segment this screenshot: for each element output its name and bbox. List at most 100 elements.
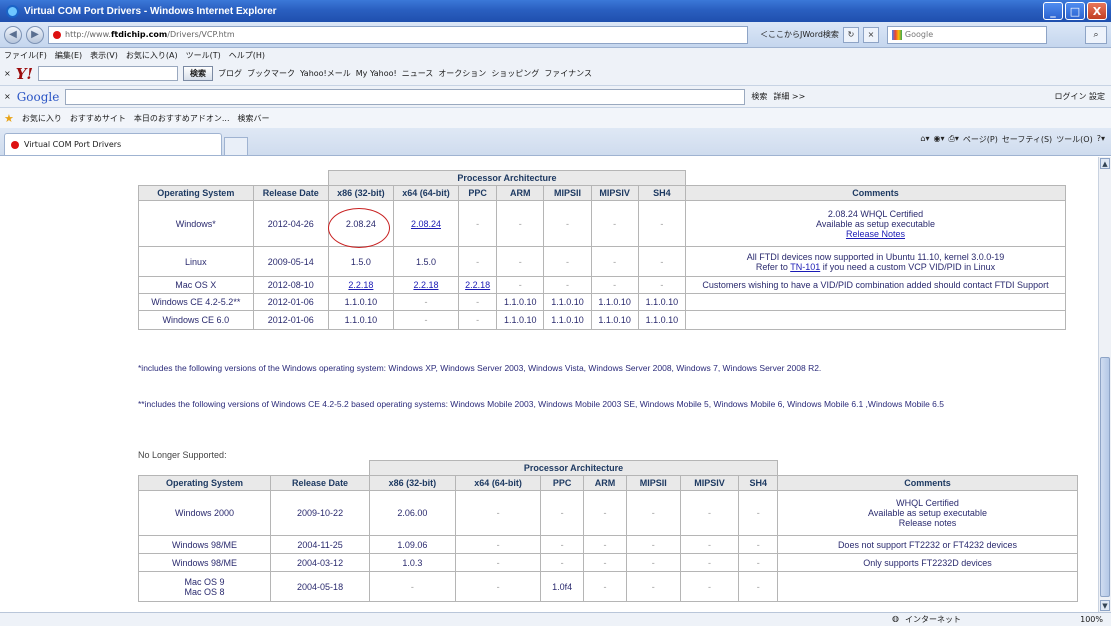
driver-download-link[interactable]: 2.2.18 — [413, 280, 438, 290]
menu-help[interactable]: ヘルプ(H) — [229, 50, 265, 61]
yahoo-search-button[interactable]: 検索 — [183, 66, 213, 81]
tab-vcp-drivers[interactable]: Virtual COM Port Drivers — [4, 133, 222, 155]
search-input[interactable]: Google — [886, 25, 1047, 44]
menu-file[interactable]: ファイル(F) — [4, 50, 47, 61]
driver-download-link[interactable]: 2.2.18 — [465, 280, 490, 290]
minimize-button[interactable]: _ — [1043, 2, 1063, 20]
column-header: SH4 — [738, 475, 778, 491]
os-cell: Windows 98/ME — [137, 553, 272, 572]
empty-cell: - — [543, 276, 592, 294]
yahoo-item-auction[interactable]: オークション — [438, 68, 486, 79]
new-tab-button[interactable] — [224, 137, 248, 155]
help-icon[interactable]: ?▾ — [1097, 134, 1105, 145]
menu-bar: ファイル(F) 編集(E) 表示(V) お気に入り(A) ツール(T) ヘルプ(… — [0, 48, 1111, 62]
close-button[interactable]: X — [1087, 2, 1107, 20]
driver-download-link[interactable]: 2.2.18 — [348, 280, 373, 290]
yahoo-item-myyahoo[interactable]: My Yahoo! — [356, 69, 397, 78]
empty-cell: - — [637, 246, 687, 277]
fav-item-recommended-sites[interactable]: おすすめサイト — [70, 113, 126, 124]
column-header: x86 (32-bit) — [369, 475, 456, 491]
cmd-tools[interactable]: ツール(O) — [1056, 134, 1093, 145]
yahoo-item-mail[interactable]: Yahoo!メール — [300, 68, 351, 79]
yahoo-item-news[interactable]: ニュース — [402, 68, 434, 79]
menu-view[interactable]: 表示(V) — [90, 50, 118, 61]
yahoo-item-blog[interactable]: ブログ — [218, 68, 242, 79]
favorites-star-icon[interactable]: ★ — [4, 112, 14, 125]
search-icon[interactable]: ⌕ — [1085, 25, 1107, 44]
close-toolbar-icon[interactable]: × — [4, 92, 11, 101]
url-input[interactable]: http://www. ftdichip.com/Drivers/VCP.htm — [48, 25, 748, 44]
feeds-icon[interactable]: ◉▾ — [933, 134, 944, 145]
empty-cell: - — [540, 535, 584, 554]
version-cell: 1.1.0.10 — [637, 293, 687, 311]
home-icon[interactable]: ⌂▾ — [920, 134, 929, 145]
login-label: ログイン — [1054, 92, 1087, 101]
google-logo[interactable]: Google — [17, 90, 60, 104]
empty-cell: - — [738, 535, 778, 554]
cmd-safety[interactable]: セーフティ(S) — [1002, 134, 1052, 145]
yahoo-item-bookmark[interactable]: ブックマーク — [247, 68, 295, 79]
vertical-scrollbar[interactable]: ▲ ▼ — [1098, 157, 1111, 612]
stop-icon[interactable]: × — [862, 26, 879, 43]
fav-item-search-bar[interactable]: 検索バー — [238, 113, 270, 124]
tab-label: Virtual COM Port Drivers — [24, 140, 122, 149]
table-header-row: Operating System Release Date x86 (32-bit)… — [137, 475, 1078, 491]
maximize-button[interactable]: □ — [1065, 2, 1085, 20]
google-login-button[interactable]: ログイン 設定 — [1054, 91, 1105, 102]
date-cell: 2009-10-22 — [270, 490, 371, 536]
legacy-drivers-table: Processor Architecture Operating System R… — [137, 460, 1078, 602]
release-notes-link[interactable]: Release notes — [899, 518, 957, 528]
google-detail-link[interactable]: 詳細 >> — [773, 91, 805, 102]
version-cell: 1.1.0.10 — [496, 310, 545, 330]
column-header: MIPSII — [543, 185, 592, 201]
scroll-thumb[interactable] — [1100, 357, 1110, 597]
print-icon[interactable]: ⎙▾ — [948, 134, 958, 145]
menu-edit[interactable]: 編集(E) — [55, 50, 82, 61]
column-header: PPC — [457, 185, 498, 201]
google-search-button[interactable]: 検索 — [751, 91, 767, 102]
os-cell: Windows 98/ME — [137, 535, 272, 554]
driver-download-link[interactable]: 2.08.24 — [411, 219, 441, 229]
yahoo-item-shopping[interactable]: ショッピング — [491, 68, 539, 79]
empty-cell: - — [454, 490, 542, 536]
command-bar: ⌂▾ ◉▾ ⎙▾ ページ(P) セーフティ(S) ツール(O) ?▾ — [920, 134, 1105, 145]
table-row: Windows 98/ME 2004-11-25 1.09.06- - - - - - Does… — [137, 535, 1078, 554]
release-notes-link[interactable]: Release Notes — [846, 229, 905, 239]
yahoo-search-input[interactable] — [38, 66, 178, 81]
scroll-down-icon[interactable]: ▼ — [1100, 600, 1110, 611]
os-cell: Windows CE 6.0 — [138, 310, 254, 330]
empty-cell: - — [582, 490, 628, 536]
date-cell: 2004-05-18 — [270, 571, 371, 602]
empty-cell: - — [369, 571, 456, 602]
empty-cell: - — [679, 571, 740, 602]
empty-cell: - — [540, 553, 584, 572]
yahoo-item-finance[interactable]: ファイナンス — [544, 68, 592, 79]
yahoo-logo-icon[interactable]: Y! — [16, 65, 33, 83]
forward-arrow-icon[interactable]: ▶ — [26, 25, 44, 44]
tn101-link[interactable]: TN-101 — [790, 262, 820, 272]
address-bar: ◀ ▶ http://www. ftdichip.com/Drivers/VCP.… — [0, 22, 1111, 48]
zoom-level[interactable]: 100% — [1080, 615, 1103, 624]
comments-cell: WHQL Certified Available as setup executa… — [777, 490, 1078, 536]
close-toolbar-icon[interactable]: × — [4, 69, 11, 78]
comments-cell: Customers wishing to have a VID/PID comb… — [685, 276, 1066, 294]
back-arrow-icon[interactable]: ◀ — [4, 25, 22, 44]
refresh-icon[interactable]: ↻ — [842, 26, 859, 43]
site-icon — [53, 30, 61, 39]
favorites-button[interactable]: お気に入り — [22, 113, 62, 124]
cmd-page[interactable]: ページ(P) — [963, 134, 998, 145]
zone-label: インターネット — [904, 615, 961, 624]
empty-cell: - — [392, 293, 460, 311]
fav-item-addons[interactable]: 本日のおすすめアドオン... — [134, 113, 230, 124]
empty-cell: - — [457, 310, 498, 330]
comments-cell — [777, 571, 1078, 602]
date-cell: 2012-04-26 — [252, 200, 329, 247]
google-search-input[interactable] — [65, 88, 746, 105]
table-row: Linux 2009-05-14 1.5.0 1.5.0- - - - - All FTDI d… — [138, 246, 1066, 277]
scroll-up-icon[interactable]: ▲ — [1100, 158, 1110, 169]
empty-cell: - — [590, 276, 639, 294]
legacy-label: No Longer Supported: — [138, 450, 227, 460]
column-header: ARM — [582, 475, 628, 491]
menu-favorites[interactable]: お気に入り(A) — [126, 50, 178, 61]
menu-tools[interactable]: ツール(T) — [186, 50, 221, 61]
